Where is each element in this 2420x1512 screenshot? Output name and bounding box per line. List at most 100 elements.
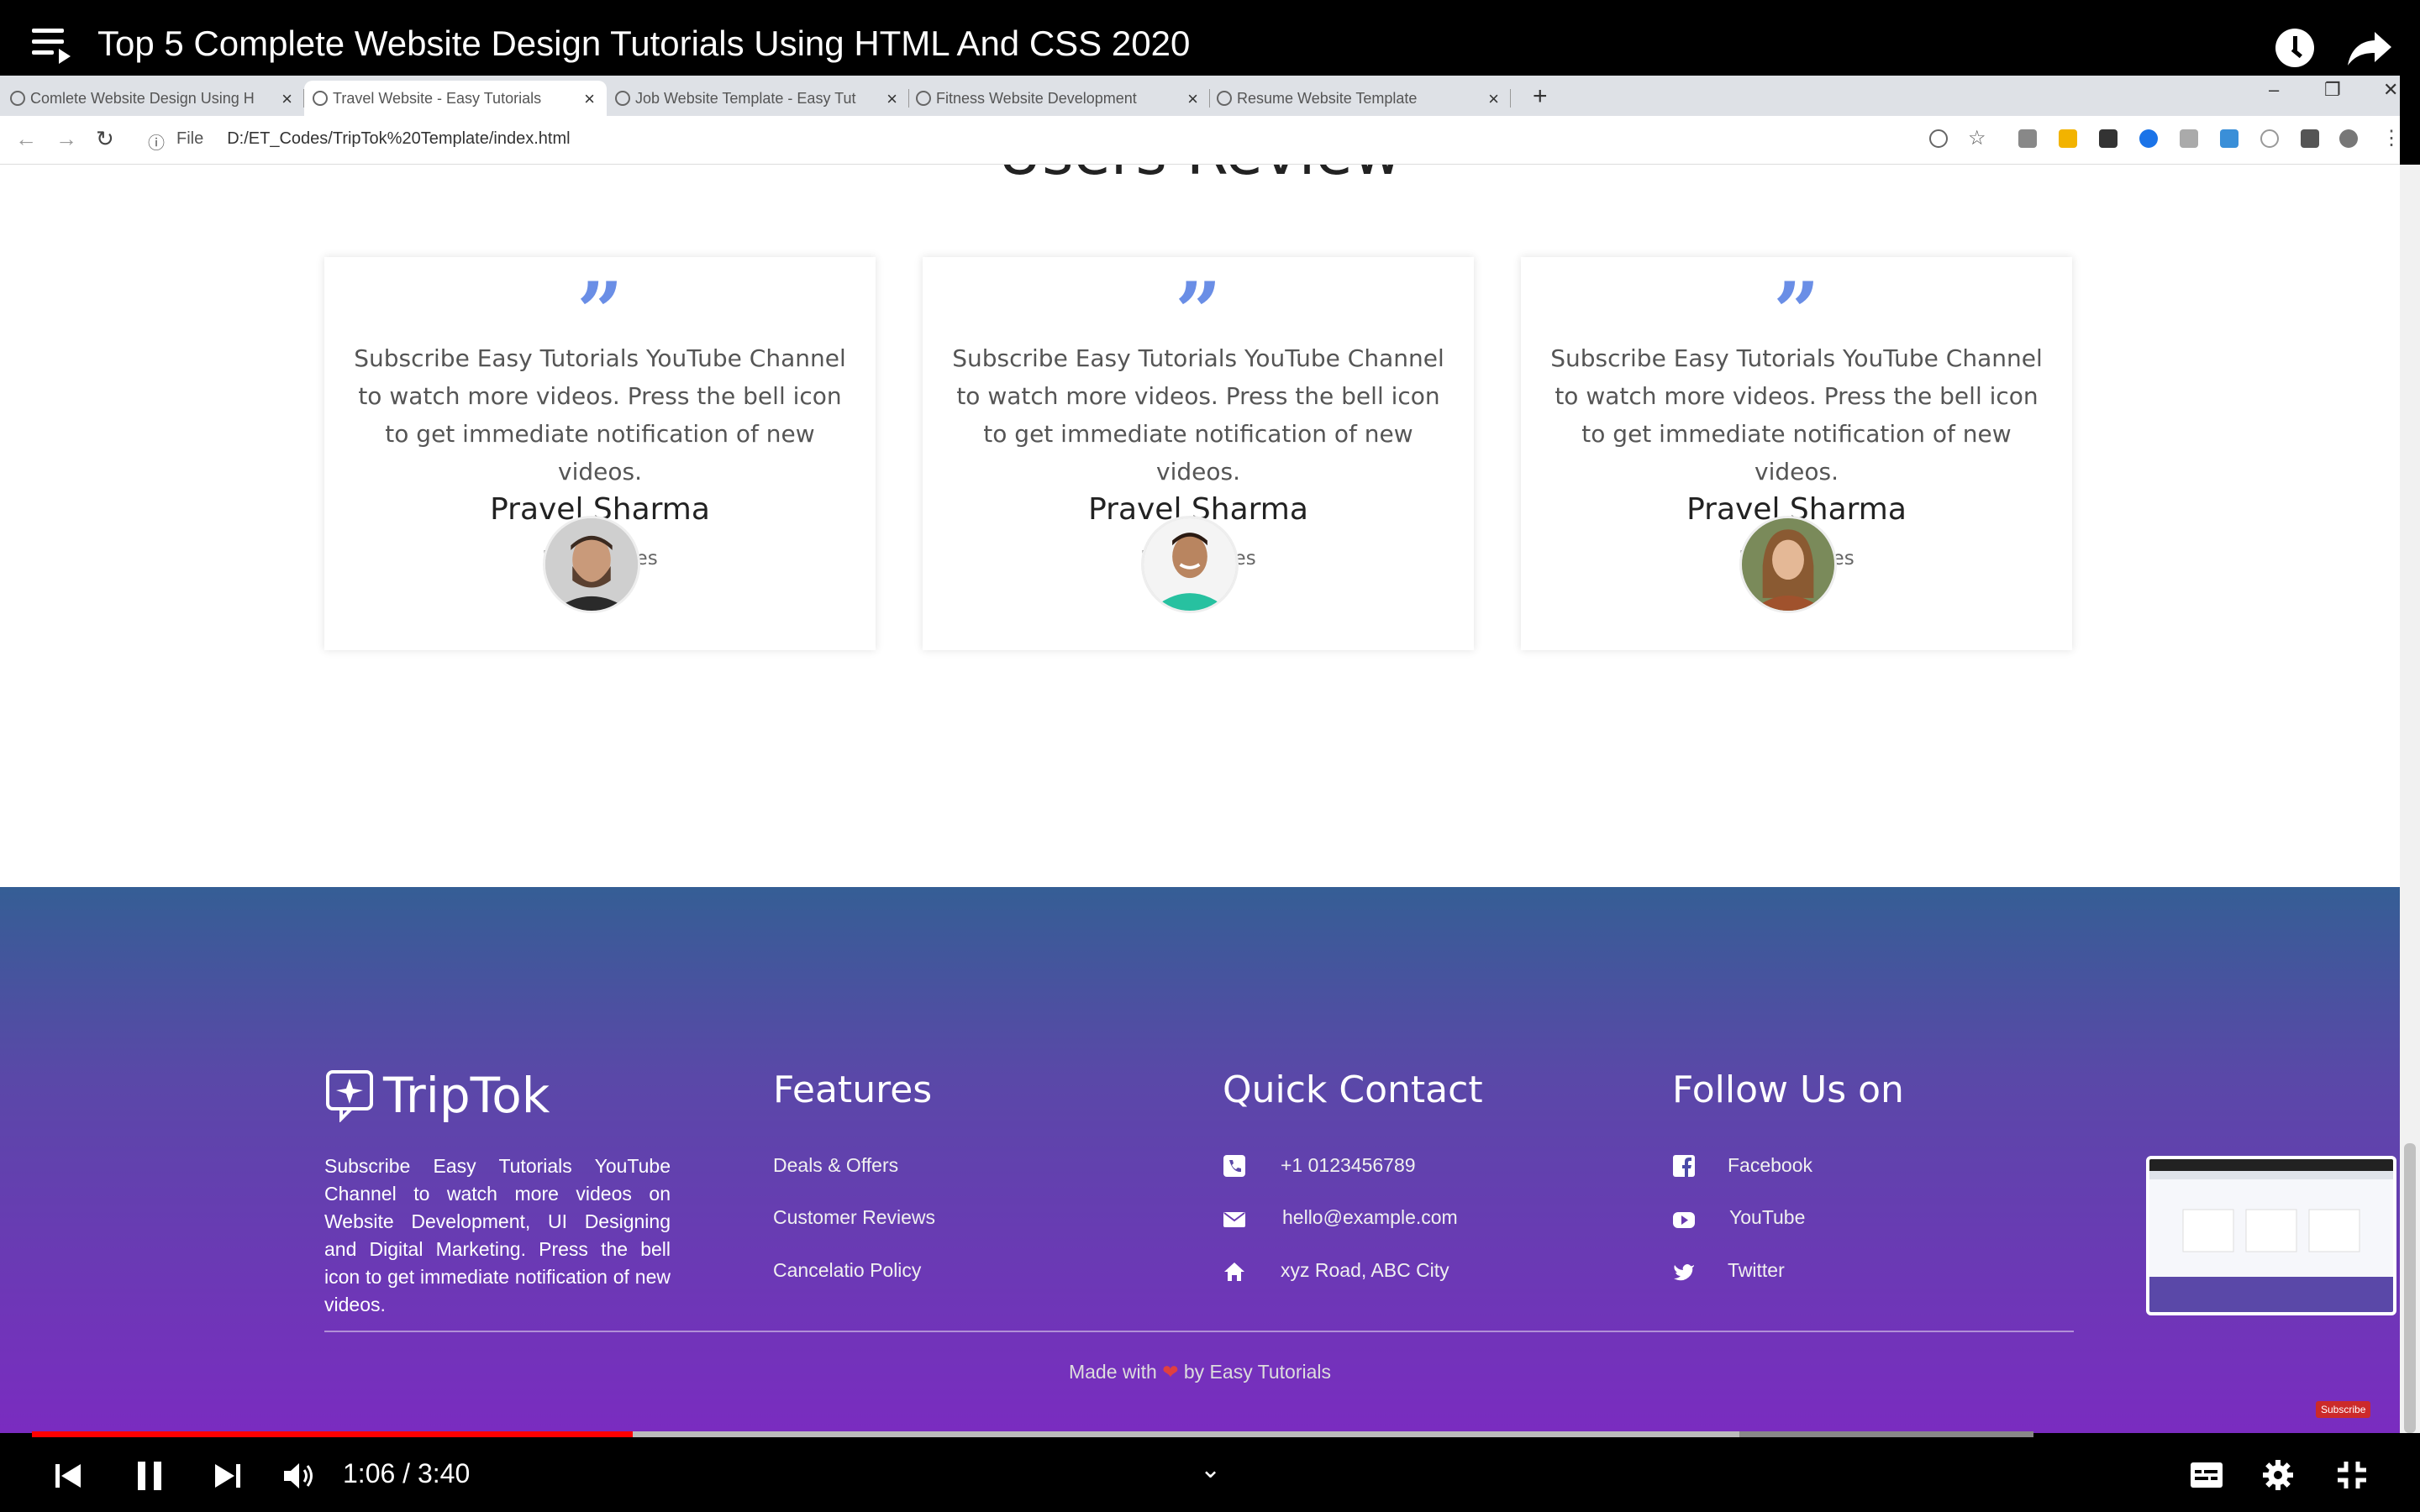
restore-icon[interactable]: ❐ [2324, 79, 2341, 101]
site-footer: TripTok Subscribe Easy Tutorials YouTube… [0, 887, 2400, 1433]
settings-gear-icon[interactable] [2262, 1459, 2294, 1491]
url-field[interactable]: File D:/ET_Codes/TripTok%20Template/index… [176, 129, 571, 149]
phone-icon [1223, 1155, 1245, 1177]
credit-prefix: Made with [1068, 1361, 1157, 1383]
heart-icon: ❤ [1162, 1361, 1179, 1383]
section-title: Users Review [0, 165, 2400, 188]
time-display: 1:06 / 3:40 [343, 1458, 471, 1488]
youtube-icon[interactable] [1672, 1208, 1696, 1231]
back-icon[interactable]: ← [15, 126, 37, 152]
gmail-extension-icon[interactable] [2099, 129, 2118, 148]
globe-icon [313, 91, 328, 106]
contact-email[interactable]: hello@example.com [1282, 1206, 1458, 1229]
browser-tab-active[interactable]: Travel Website - Easy Tutorials × [304, 81, 607, 116]
contact-address: xyz Road, ABC City [1281, 1259, 1449, 1281]
twitter-icon[interactable] [1672, 1260, 1696, 1284]
video-top-bar: Top 5 Complete Website Design Tutorials … [0, 0, 2420, 76]
url-scheme: File [176, 129, 204, 148]
minimize-icon[interactable]: – [2269, 79, 2279, 101]
reviewer-avatar [1739, 516, 1837, 613]
reload-icon[interactable]: ↻ [96, 126, 114, 152]
tab-label: Comlete Website Design Using H [30, 89, 255, 107]
mail-icon [1223, 1212, 1245, 1227]
previous-icon[interactable] [54, 1462, 82, 1490]
twitter-link[interactable]: Twitter [1728, 1259, 1785, 1282]
youtube-link[interactable]: YouTube [1729, 1206, 1805, 1229]
pause-icon[interactable] [134, 1460, 165, 1492]
captions-icon[interactable] [2190, 1462, 2223, 1488]
review-text: Subscribe Easy Tutorials YouTube Channel… [354, 344, 846, 486]
globe-icon [1217, 91, 1232, 106]
close-icon[interactable]: × [1187, 88, 1198, 110]
globe-icon [10, 91, 25, 106]
video-title[interactable]: Top 5 Complete Website Design Tutorials … [97, 24, 1190, 64]
volume-icon[interactable] [282, 1462, 316, 1490]
close-icon[interactable]: × [886, 88, 897, 110]
page-scrollbar[interactable] [2400, 165, 2420, 1433]
features-heading: Features [773, 1068, 933, 1111]
browser-tab[interactable]: Resume Website Template × [1208, 81, 1511, 116]
forward-icon[interactable]: → [55, 126, 77, 152]
facebook-link[interactable]: Facebook [1728, 1154, 1812, 1177]
next-icon[interactable] [213, 1462, 242, 1490]
facebook-icon[interactable] [1672, 1154, 1696, 1178]
exit-fullscreen-icon[interactable] [2336, 1460, 2368, 1490]
footer-logo[interactable]: TripTok [324, 1067, 550, 1124]
info-icon[interactable]: ⓘ [148, 129, 165, 154]
scrollbar-thumb[interactable] [2404, 1143, 2416, 1433]
social-heading: Follow Us on [1672, 1068, 1904, 1111]
footer-link[interactable]: Cancelatio Policy [773, 1259, 921, 1282]
circle-extension-icon[interactable] [2260, 129, 2279, 148]
new-tab-button[interactable]: + [1533, 82, 1548, 111]
footer-link[interactable]: Customer Reviews [773, 1206, 935, 1229]
iq-extension-icon[interactable] [2220, 129, 2238, 148]
close-icon[interactable]: × [584, 88, 595, 110]
browser-tab[interactable]: Job Website Template - Easy Tut × [607, 81, 909, 116]
playlist-icon[interactable] [32, 29, 72, 64]
more-menu-icon[interactable]: ⋮ [2381, 126, 2402, 150]
footer-about: Subscribe Easy Tutorials YouTube Channel… [324, 1155, 671, 1315]
puzzle-icon[interactable] [2301, 129, 2319, 148]
link-extension-icon[interactable] [2180, 129, 2198, 148]
globe-icon [615, 91, 630, 106]
footer-credit: Made with ❤ by Easy Tutorials [0, 1361, 2400, 1383]
footer-link[interactable]: Deals & Offers [773, 1154, 898, 1177]
share-icon[interactable] [2346, 29, 2393, 67]
star-icon[interactable]: ☆ [1968, 126, 1986, 150]
tab-label: Travel Website - Easy Tutorials [333, 89, 542, 107]
progress-played [32, 1431, 633, 1437]
close-icon[interactable]: × [281, 88, 292, 110]
footer-divider [324, 1331, 2074, 1332]
tab-label: Resume Website Template [1237, 89, 1418, 107]
review-text: Subscribe Easy Tutorials YouTube Channel… [1550, 344, 2043, 486]
credit-suffix: by Easy Tutorials [1183, 1361, 1332, 1383]
url-text: D:/ET_Codes/TripTok%20Template/index.htm… [227, 129, 571, 148]
blue-extension-icon[interactable] [2139, 129, 2158, 148]
home-icon [1224, 1263, 1244, 1281]
subscribe-button[interactable]: Subscribe [2316, 1401, 2371, 1418]
tab-separator [1510, 89, 1511, 108]
plane-chat-icon [326, 1070, 373, 1122]
browser-tab[interactable]: Fitness Website Development × [908, 81, 1210, 116]
logo-text: TripTok [383, 1067, 550, 1124]
contact-heading: Quick Contact [1223, 1068, 1483, 1111]
bell-extension-icon[interactable] [2059, 129, 2077, 148]
progress-bar[interactable] [32, 1431, 2033, 1437]
close-icon[interactable]: × [1488, 88, 1499, 110]
web-page: Users Review ” Subscribe Easy Tutorials … [0, 165, 2400, 887]
profile-avatar[interactable] [2339, 129, 2358, 148]
contact-phone[interactable]: +1 0123456789 [1281, 1154, 1416, 1177]
globe-icon [916, 91, 931, 106]
reviewer-avatar [543, 516, 640, 613]
watch-later-icon[interactable] [2275, 29, 2314, 67]
video-player[interactable]: Top 5 Complete Website Design Tutorials … [0, 0, 2420, 1512]
camera-extension-icon[interactable] [2018, 129, 2037, 148]
review-text: Subscribe Easy Tutorials YouTube Channel… [952, 344, 1444, 486]
chevron-down-icon[interactable]: ⌄ [1200, 1455, 1221, 1484]
thumbnail-preview[interactable] [2146, 1156, 2396, 1315]
tab-label: Fitness Website Development [936, 89, 1137, 107]
browser-tab[interactable]: Comlete Website Design Using H × [2, 81, 304, 116]
window-close-icon[interactable]: ✕ [2383, 79, 2398, 101]
zoom-icon[interactable] [1929, 129, 1948, 148]
browser-tab-bar: Comlete Website Design Using H × Travel … [0, 76, 2400, 116]
